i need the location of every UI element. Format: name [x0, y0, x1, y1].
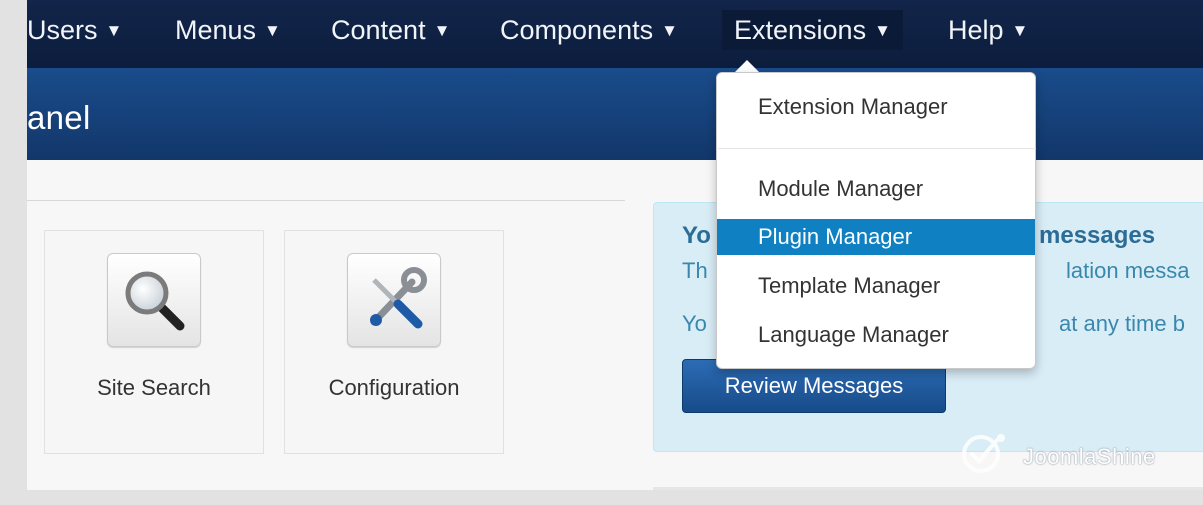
divider [653, 487, 1203, 490]
messages-line2-start: Yo [682, 311, 707, 336]
menu-divider [718, 148, 1036, 149]
nav-components[interactable]: Components ▼ [500, 10, 678, 50]
nav-help[interactable]: Help ▼ [948, 10, 1028, 50]
admin-frame: Users ▼ Menus ▼ Content ▼ Components ▼ Exten… [27, 0, 1203, 490]
caret-down-icon: ▼ [661, 21, 678, 40]
caret-down-icon: ▼ [874, 21, 891, 40]
page-title: anel [27, 99, 91, 136]
nav-content-label: Content [331, 15, 426, 45]
nav-components-label: Components [500, 15, 654, 45]
tools-icon [347, 253, 441, 347]
watermark-text: JoomlaShine [1023, 444, 1156, 469]
messages-title-end: messages [1039, 222, 1156, 249]
messages-title-start: Yo [682, 222, 711, 249]
site-search-label: Site Search [97, 375, 211, 400]
nav-users[interactable]: Users ▼ [27, 10, 122, 50]
menu-item-extension-manager[interactable]: Extension Manager [717, 89, 1035, 125]
menu-item-plugin-manager[interactable]: Plugin Manager [717, 219, 1035, 255]
messages-line1-start: Th [682, 258, 708, 283]
nav-menus[interactable]: Menus ▼ [175, 10, 281, 50]
caret-down-icon: ▼ [264, 21, 281, 40]
joomlashine-logo-icon [957, 430, 1021, 474]
nav-users-label: Users [27, 15, 98, 45]
dropdown-pointer [735, 60, 759, 72]
configuration-label: Configuration [328, 375, 460, 400]
nav-menus-label: Menus [175, 15, 257, 45]
messages-line1-end: lation messa [1066, 258, 1190, 283]
caret-down-icon: ▼ [105, 21, 123, 40]
nav-extensions-label: Extensions [734, 15, 867, 45]
messages-line2-end: at any time b [1059, 311, 1185, 336]
menu-item-template-manager[interactable]: Template Manager [717, 268, 1035, 304]
menu-item-module-manager[interactable]: Module Manager [717, 171, 1035, 207]
top-navbar: Users ▼ Menus ▼ Content ▼ Components ▼ Exten… [27, 0, 1203, 68]
nav-content[interactable]: Content ▼ [331, 10, 450, 50]
caret-down-icon: ▼ [1011, 21, 1029, 40]
site-search-tile[interactable]: Site Search [44, 230, 264, 454]
extensions-dropdown: Extension Manager Module Manager Plugin … [716, 72, 1036, 369]
configuration-tile[interactable]: Configuration [284, 230, 504, 454]
nav-extensions[interactable]: Extensions ▼ [722, 10, 903, 50]
caret-down-icon: ▼ [433, 21, 451, 40]
magnifier-icon [107, 253, 201, 347]
nav-help-label: Help [948, 15, 1004, 45]
menu-item-language-manager[interactable]: Language Manager [717, 317, 1035, 353]
